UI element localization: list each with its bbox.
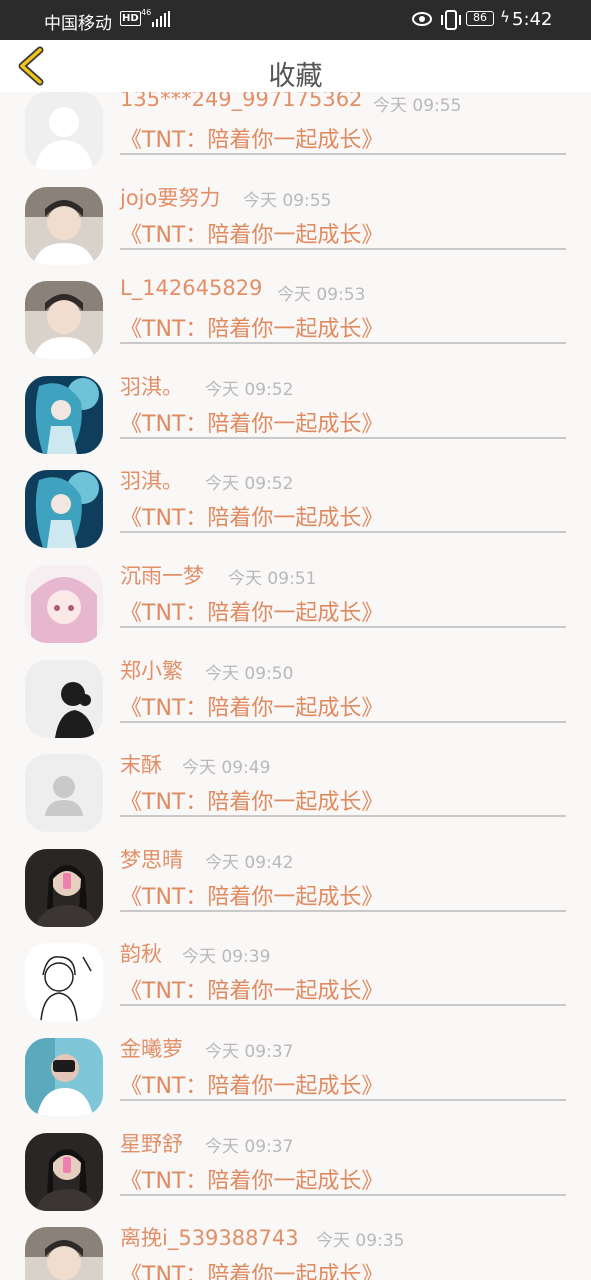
divider bbox=[120, 909, 566, 912]
avatar[interactable] bbox=[25, 375, 103, 454]
charging-icon: ϟ bbox=[500, 8, 510, 26]
divider bbox=[120, 815, 566, 818]
divider bbox=[120, 247, 566, 250]
avatar[interactable] bbox=[25, 848, 103, 927]
avatar[interactable] bbox=[25, 1038, 103, 1116]
article-title[interactable]: 《TNT：陪着你一起成长》 bbox=[120, 784, 383, 816]
user-name: 135***249_997175362 bbox=[120, 92, 363, 111]
list-item[interactable]: 羽淇。 今天 09:52 《TNT：陪着你一起成长》 bbox=[0, 371, 591, 465]
divider bbox=[120, 531, 566, 534]
divider bbox=[120, 1193, 566, 1196]
network-type: 46 bbox=[141, 8, 152, 17]
divider bbox=[120, 342, 566, 345]
timestamp: 今天 09:51 bbox=[228, 569, 317, 589]
list-item[interactable]: 韵秋 今天 09:39 《TNT：陪着你一起成长》 bbox=[0, 938, 591, 1032]
timestamp: 今天 09:37 bbox=[205, 1136, 294, 1157]
clock: 5:42 bbox=[512, 9, 553, 30]
list-item[interactable]: 末酥 今天 09:49 《TNT：陪着你一起成长》 bbox=[0, 749, 591, 843]
user-name: L_142645829 bbox=[120, 276, 263, 301]
timestamp: 今天 09:37 bbox=[205, 1042, 294, 1062]
list-item[interactable]: 星野舒 今天 09:37 《TNT：陪着你一起成长》 bbox=[0, 1128, 591, 1222]
timestamp: 今天 09:52 bbox=[205, 379, 294, 400]
article-title[interactable]: 《TNT：陪着你一起成长》 bbox=[120, 879, 383, 911]
timestamp: 今天 09:53 bbox=[277, 285, 366, 306]
avatar[interactable] bbox=[25, 470, 103, 549]
user-name: 金曦萝 bbox=[120, 1037, 183, 1061]
list-item[interactable]: 梦思晴 今天 09:42 《TNT：陪着你一起成长》 bbox=[0, 844, 591, 938]
list-item[interactable]: 羽淇。 今天 09:52 《TNT：陪着你一起成长》 bbox=[0, 465, 591, 559]
divider bbox=[120, 720, 566, 723]
list-item[interactable]: L_142645829 今天 09:53 《TNT：陪着你一起成长》 bbox=[0, 276, 591, 370]
timestamp: 今天 09:50 bbox=[205, 663, 294, 684]
avatar[interactable] bbox=[25, 754, 103, 833]
user-name: 羽淇。 bbox=[120, 469, 183, 494]
timestamp: 今天 09:55 bbox=[373, 96, 462, 116]
article-title[interactable]: 《TNT：陪着你一起成长》 bbox=[120, 311, 383, 343]
timestamp: 今天 09:42 bbox=[205, 852, 294, 873]
signal-icon bbox=[152, 11, 170, 27]
user-name: 沉雨一梦 bbox=[120, 564, 204, 588]
user-name: 韵秋 bbox=[120, 942, 162, 967]
article-title[interactable]: 《TNT：陪着你一起成长》 bbox=[120, 1068, 383, 1100]
article-title[interactable]: 《TNT：陪着你一起成长》 bbox=[120, 1257, 383, 1280]
hd-badge: HD bbox=[120, 11, 141, 26]
timestamp: 今天 09:35 bbox=[316, 1231, 405, 1252]
article-title[interactable]: 《TNT：陪着你一起成长》 bbox=[120, 1163, 383, 1195]
article-title[interactable]: 《TNT：陪着你一起成长》 bbox=[120, 500, 383, 532]
avatar[interactable] bbox=[25, 659, 103, 738]
status-bar: 中国移动 HD 46 86 ϟ 5:42 bbox=[0, 0, 591, 40]
vibrate-icon bbox=[441, 10, 461, 30]
divider bbox=[120, 1099, 566, 1101]
divider bbox=[120, 436, 566, 439]
user-name: 羽淇。 bbox=[120, 374, 183, 399]
page-title: 收藏 bbox=[268, 61, 323, 92]
user-name: 离挽i_539388743 bbox=[120, 1226, 299, 1251]
user-name: 末酥 bbox=[120, 753, 162, 778]
battery-indicator: 86 bbox=[466, 11, 494, 26]
avatar[interactable] bbox=[25, 943, 103, 1022]
timestamp: 今天 09:39 bbox=[182, 947, 271, 968]
list-item[interactable]: 135***249_997175362 今天 09:55 《TNT：陪着你一起成长》 bbox=[0, 92, 591, 181]
user-name: 星野舒 bbox=[120, 1131, 183, 1156]
divider bbox=[120, 153, 566, 155]
favorites-list: 135***249_997175362 今天 09:55 《TNT：陪着你一起成长》… bbox=[0, 92, 591, 1280]
avatar[interactable] bbox=[25, 281, 103, 360]
timestamp: 今天 09:49 bbox=[182, 758, 271, 779]
avatar[interactable] bbox=[25, 565, 103, 643]
nav-bar: 收藏 bbox=[0, 40, 591, 92]
divider bbox=[120, 1004, 566, 1007]
list-item[interactable]: jojo要努力 今天 09:55 《TNT：陪着你一起成长》 bbox=[0, 182, 591, 276]
article-title[interactable]: 《TNT：陪着你一起成长》 bbox=[120, 122, 383, 154]
article-title[interactable]: 《TNT：陪着你一起成长》 bbox=[120, 406, 383, 438]
avatar[interactable] bbox=[25, 1132, 103, 1211]
list-item[interactable]: 郑小繁 今天 09:50 《TNT：陪着你一起成长》 bbox=[0, 655, 591, 749]
avatar[interactable] bbox=[25, 186, 103, 265]
timestamp: 今天 09:55 bbox=[243, 190, 332, 211]
user-name: 郑小繁 bbox=[120, 658, 183, 683]
user-name: jojo要努力 bbox=[120, 185, 221, 210]
avatar[interactable] bbox=[25, 1227, 103, 1280]
timestamp: 今天 09:52 bbox=[205, 474, 294, 495]
carrier-name: 中国移动 bbox=[44, 14, 112, 34]
article-title[interactable]: 《TNT：陪着你一起成长》 bbox=[120, 217, 383, 249]
divider bbox=[120, 626, 566, 628]
article-title[interactable]: 《TNT：陪着你一起成长》 bbox=[120, 973, 383, 1005]
list-item[interactable]: 沉雨一梦 今天 09:51 《TNT：陪着你一起成长》 bbox=[0, 560, 591, 654]
eye-icon bbox=[412, 12, 432, 26]
list-item[interactable]: 金曦萝 今天 09:37 《TNT：陪着你一起成长》 bbox=[0, 1033, 591, 1127]
article-title[interactable]: 《TNT：陪着你一起成长》 bbox=[120, 595, 383, 627]
article-title[interactable]: 《TNT：陪着你一起成长》 bbox=[120, 690, 383, 722]
list-item[interactable]: 离挽i_539388743 今天 09:35 《TNT：陪着你一起成长》 bbox=[0, 1222, 591, 1280]
user-name: 梦思晴 bbox=[120, 847, 183, 872]
avatar[interactable] bbox=[25, 92, 103, 170]
